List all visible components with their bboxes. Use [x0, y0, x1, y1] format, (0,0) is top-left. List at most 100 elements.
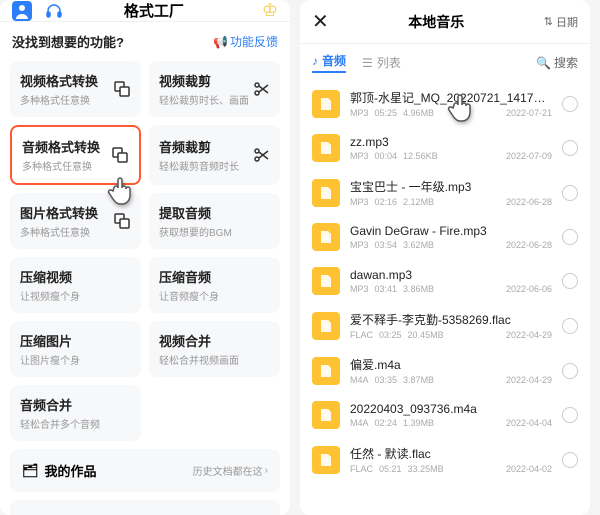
search-button[interactable]: 🔍搜索	[536, 54, 578, 71]
select-circle[interactable]	[562, 96, 578, 112]
file-meta: MP300:0412.56KB2022-07-09	[350, 151, 552, 161]
file-meta: MP302:162.12MB2022-06-28	[350, 197, 552, 207]
feature-grid: 视频格式转换多种格式任意换视频裁剪轻松裁剪时长、画面音频格式转换多种格式任意换音…	[0, 61, 290, 441]
feature-card-10[interactable]: 音频合并轻松合并多个音频	[10, 385, 141, 441]
select-circle[interactable]	[562, 407, 578, 423]
tab-list[interactable]: ☰列表	[362, 54, 401, 71]
convert-icon	[113, 212, 131, 230]
select-circle[interactable]	[562, 452, 578, 468]
search-row: 没找到想要的功能? 📢功能反馈	[0, 22, 290, 61]
card-title: 音频格式转换	[22, 137, 111, 156]
scissors-icon	[252, 146, 270, 164]
left-header: 格式工厂 ♔	[0, 0, 290, 22]
convert-icon	[113, 80, 131, 98]
select-circle[interactable]	[562, 363, 578, 379]
select-circle[interactable]	[562, 185, 578, 201]
file-row[interactable]: 20220403_093736.m4a M4A02:241.39MB2022-04…	[300, 393, 590, 437]
left-panel: 格式工厂 ♔ 没找到想要的功能? 📢功能反馈 视频格式转换多种格式任意换视频裁剪…	[0, 0, 290, 515]
my-works-row[interactable]: 🗂我的作品 历史文档都在这›	[10, 449, 280, 492]
speaker-icon: 📢	[213, 35, 228, 49]
file-name: 任然 - 默读.flac	[350, 445, 552, 462]
select-circle[interactable]	[562, 140, 578, 156]
file-name: 郭顶-水星记_MQ_20220721_141704.mp3	[350, 89, 552, 106]
file-icon	[312, 90, 340, 118]
feature-card-1[interactable]: 视频裁剪轻松裁剪时长、画面	[149, 61, 280, 117]
feature-card-0[interactable]: 视频格式转换多种格式任意换	[10, 61, 141, 117]
file-row[interactable]: 任然 - 默读.flac FLAC05:2133.25MB2022-04-02	[300, 437, 590, 482]
list-icon: ☰	[362, 56, 373, 70]
file-icon	[312, 134, 340, 162]
sort-date[interactable]: ⇅日期	[544, 14, 578, 30]
chevron-right-icon: ›	[265, 465, 268, 476]
right-panel: ✕ 本地音乐 ⇅日期 ♪音频 ☰列表 🔍搜索 郭顶-水星记_MQ_2022072…	[300, 0, 590, 515]
file-name: zz.mp3	[350, 135, 552, 149]
card-title: 视频裁剪	[159, 71, 252, 90]
card-subtitle: 轻松裁剪音频时长	[159, 158, 252, 173]
feature-card-2[interactable]: 音频格式转换多种格式任意换	[10, 125, 141, 185]
folder-icon: 🗂	[22, 463, 39, 479]
sort-icon: ⇅	[544, 15, 553, 28]
select-circle[interactable]	[562, 273, 578, 289]
file-meta: FLAC05:2133.25MB2022-04-02	[350, 464, 552, 474]
convert-icon	[111, 146, 129, 164]
file-row[interactable]: 爱不释手-李克勤-5358269.flac FLAC03:2520.45MB202…	[300, 303, 590, 348]
file-icon	[312, 179, 340, 207]
file-name: Gavin DeGraw - Fire.mp3	[350, 224, 552, 238]
right-header: ✕ 本地音乐 ⇅日期	[300, 0, 590, 44]
select-circle[interactable]	[562, 229, 578, 245]
scissors-icon	[252, 80, 270, 98]
app-title: 格式工厂	[46, 0, 262, 21]
file-list: 郭顶-水星记_MQ_20220721_141704.mp3MP305:254.9…	[300, 81, 590, 515]
card-subtitle: 让视频瘦个身	[20, 288, 131, 303]
tabs: ♪音频 ☰列表 🔍搜索	[300, 44, 590, 81]
file-name: dawan.mp3	[350, 268, 552, 282]
file-row[interactable]: Gavin DeGraw - Fire.mp3 MP303:543.62MB202…	[300, 215, 590, 259]
file-icon	[312, 223, 340, 251]
settings-row[interactable]: ⚙系统设置 在线客服›	[10, 500, 280, 515]
select-circle[interactable]	[562, 318, 578, 334]
file-icon	[312, 267, 340, 295]
feature-card-8[interactable]: 压缩图片让图片瘦个身	[10, 321, 141, 377]
card-subtitle: 轻松裁剪时长、画面	[159, 92, 252, 107]
card-subtitle: 获取想要的BGM	[159, 224, 270, 239]
card-title: 音频合并	[20, 395, 131, 414]
file-meta: FLAC03:2520.45MB2022-04-29	[350, 330, 552, 340]
tab-audio[interactable]: ♪音频	[312, 52, 346, 73]
file-meta: M4A03:353.87MB2022-04-29	[350, 375, 552, 385]
file-row[interactable]: 郭顶-水星记_MQ_20220721_141704.mp3MP305:254.9…	[300, 81, 590, 126]
crown-icon[interactable]: ♔	[262, 0, 278, 21]
file-icon	[312, 446, 340, 474]
close-icon[interactable]: ✕	[312, 9, 329, 34]
card-subtitle: 让图片瘦个身	[20, 352, 131, 367]
feature-card-3[interactable]: 音频裁剪轻松裁剪音频时长	[149, 125, 280, 185]
card-title: 压缩视频	[20, 267, 131, 286]
file-row[interactable]: 宝宝巴士 - 一年级.mp3 MP302:162.12MB2022-06-28	[300, 170, 590, 215]
card-title: 音频裁剪	[159, 137, 252, 156]
file-icon	[312, 312, 340, 340]
card-title: 视频合并	[159, 331, 270, 350]
feature-card-5[interactable]: 提取音频获取想要的BGM	[149, 193, 280, 249]
file-row[interactable]: 偏爱.m4a M4A03:353.87MB2022-04-29	[300, 348, 590, 393]
file-meta: M4A02:241.39MB2022-04-04	[350, 418, 552, 428]
feature-card-4[interactable]: 图片格式转换多种格式任意换	[10, 193, 141, 249]
feature-card-7[interactable]: 压缩音频让音频瘦个身	[149, 257, 280, 313]
card-title: 提取音频	[159, 203, 270, 222]
file-name: 宝宝巴士 - 一年级.mp3	[350, 178, 552, 195]
profile-icon[interactable]	[12, 1, 32, 21]
card-title: 视频格式转换	[20, 71, 113, 90]
file-row[interactable]: dawan.mp3 MP303:413.86MB2022-06-06	[300, 259, 590, 303]
feature-card-6[interactable]: 压缩视频让视频瘦个身	[10, 257, 141, 313]
card-subtitle: 轻松合并多个音频	[20, 416, 131, 431]
file-meta: MP303:413.86MB2022-06-06	[350, 284, 552, 294]
file-name: 爱不释手-李克勤-5358269.flac	[350, 311, 552, 328]
search-prompt[interactable]: 没找到想要的功能?	[12, 32, 213, 51]
feedback-link[interactable]: 📢功能反馈	[213, 33, 278, 50]
file-name: 偏爱.m4a	[350, 356, 552, 373]
card-title: 压缩音频	[159, 267, 270, 286]
feature-card-9[interactable]: 视频合并轻松合并视频画面	[149, 321, 280, 377]
file-meta: MP303:543.62MB2022-06-28	[350, 240, 552, 250]
right-title: 本地音乐	[329, 12, 544, 32]
file-icon	[312, 401, 340, 429]
file-row[interactable]: zz.mp3 MP300:0412.56KB2022-07-09	[300, 126, 590, 170]
file-name: 20220403_093736.m4a	[350, 402, 552, 416]
